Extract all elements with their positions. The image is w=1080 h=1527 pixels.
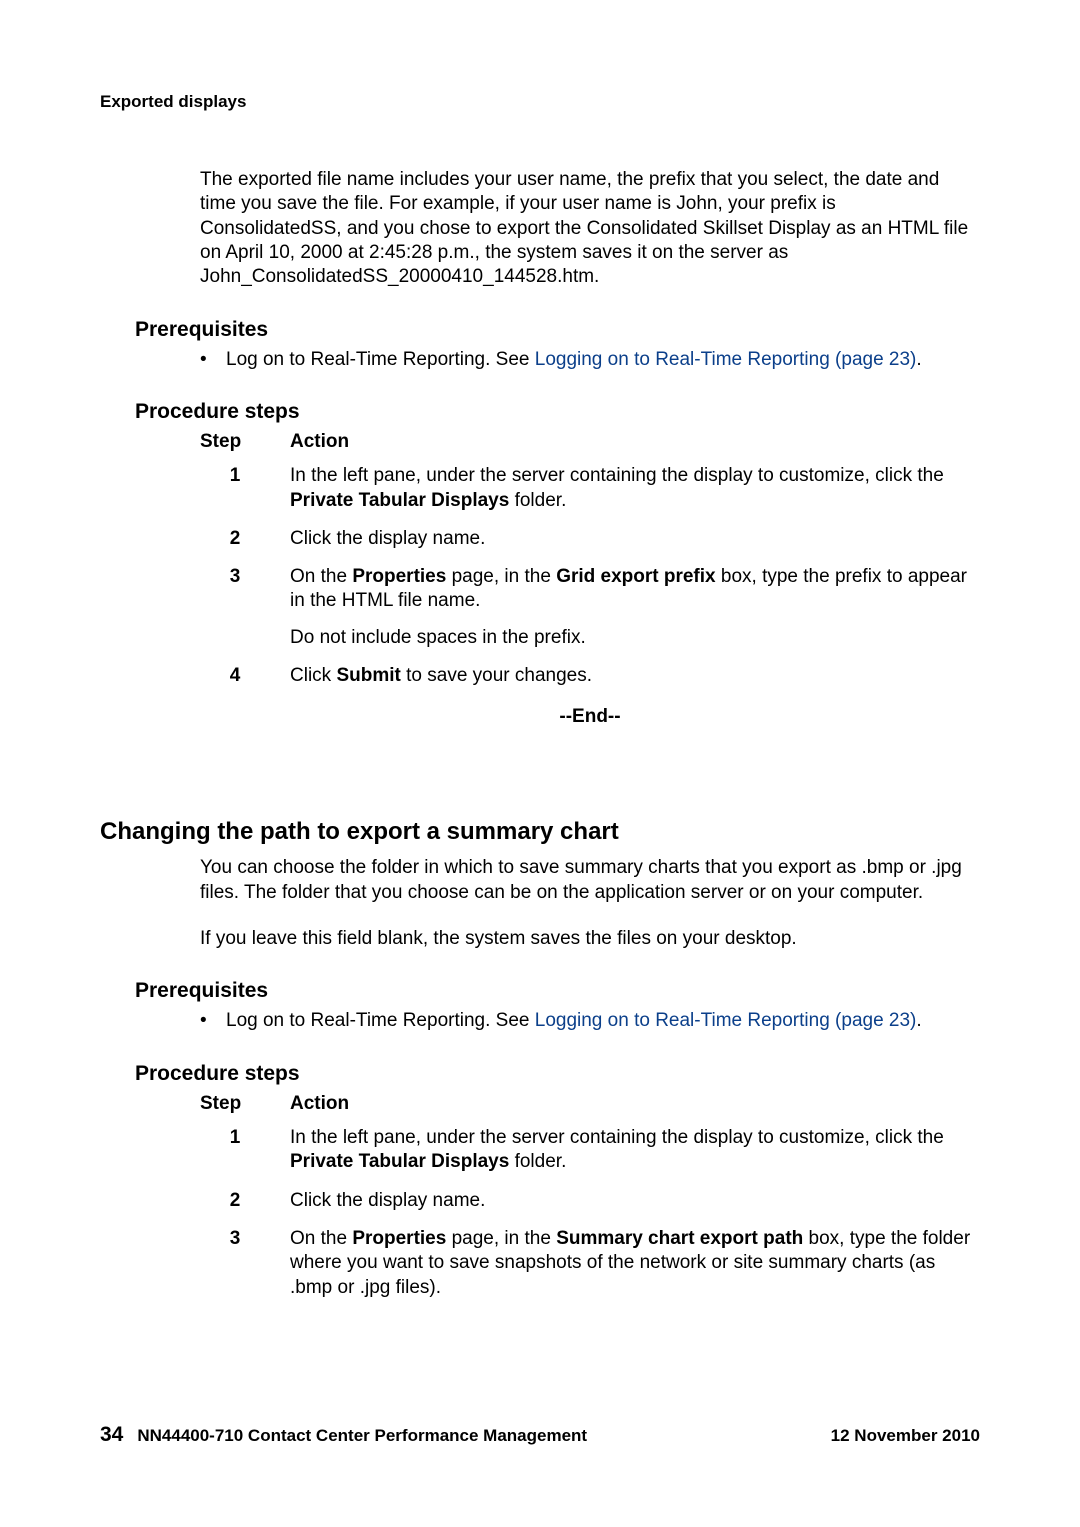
procedure-steps-heading: Procedure steps bbox=[135, 400, 980, 424]
table-row: 3On the Properties page, in the Grid exp… bbox=[200, 565, 980, 650]
intro-paragraph-block: The exported file name includes your use… bbox=[200, 168, 980, 290]
section2-para1: You can choose the folder in which to sa… bbox=[200, 856, 980, 905]
step-action: Click Submit to save your changes. bbox=[290, 664, 980, 688]
step-number: 1 bbox=[200, 1126, 290, 1175]
steps-header-row: Step Action bbox=[200, 430, 980, 454]
footer-doc-title: NN44400-710 Contact Center Performance M… bbox=[137, 1426, 587, 1445]
procedure-steps-heading-2: Procedure steps bbox=[135, 1062, 980, 1086]
running-header: Exported displays bbox=[100, 92, 980, 112]
table-row: 2Click the display name. bbox=[200, 527, 980, 551]
steps-body-1: 1In the left pane, under the server cont… bbox=[200, 464, 980, 688]
prerequisite-item-2: • Log on to Real-Time Reporting. See Log… bbox=[200, 1009, 980, 1033]
step-action-text: On the Properties page, in the Summary c… bbox=[290, 1227, 980, 1300]
bullet-icon: • bbox=[200, 348, 210, 372]
procedure-steps-table: Step Action 1In the left pane, under the… bbox=[200, 430, 980, 689]
steps-body-2: 1In the left pane, under the server cont… bbox=[200, 1126, 980, 1300]
step-action-text: Click the display name. bbox=[290, 527, 980, 551]
step-action: On the Properties page, in the Grid expo… bbox=[290, 565, 980, 650]
prerequisite-text: Log on to Real-Time Reporting. See Loggi… bbox=[226, 348, 922, 372]
table-row: 4Click Submit to save your changes. bbox=[200, 664, 980, 688]
step-action-text: On the Properties page, in the Grid expo… bbox=[290, 565, 980, 614]
prerequisite-text-2: Log on to Real-Time Reporting. See Loggi… bbox=[226, 1009, 922, 1033]
bullet-icon: • bbox=[200, 1009, 210, 1033]
prerequisite-item: • Log on to Real-Time Reporting. See Log… bbox=[200, 348, 980, 372]
step-action-extra: Do not include spaces in the prefix. bbox=[290, 626, 980, 650]
prereq-link-2[interactable]: Logging on to Real-Time Reporting (page … bbox=[535, 1010, 917, 1031]
prereq2-text-lead: Log on to Real-Time Reporting. See bbox=[226, 1010, 535, 1031]
step-number: 2 bbox=[200, 1189, 290, 1213]
step-number: 3 bbox=[200, 1227, 290, 1300]
col-header-step: Step bbox=[200, 430, 290, 454]
step-number: 4 bbox=[200, 664, 290, 688]
page-number: 34 bbox=[100, 1423, 123, 1446]
prereq-link[interactable]: Logging on to Real-Time Reporting (page … bbox=[535, 349, 917, 370]
step-action: In the left pane, under the server conta… bbox=[290, 1126, 980, 1175]
footer-left: 34 NN44400-710 Contact Center Performance… bbox=[100, 1423, 587, 1447]
section2-para2: If you leave this field blank, the syste… bbox=[200, 927, 980, 951]
step-number: 2 bbox=[200, 527, 290, 551]
page: Exported displays The exported file name… bbox=[0, 0, 1080, 1527]
page-footer: 34 NN44400-710 Contact Center Performance… bbox=[100, 1423, 980, 1447]
prereq2-text-tail: . bbox=[916, 1010, 921, 1031]
step-number: 3 bbox=[200, 565, 290, 650]
step-number: 1 bbox=[200, 464, 290, 513]
intro-paragraph: The exported file name includes your use… bbox=[200, 168, 980, 290]
step-action-text: Click the display name. bbox=[290, 1189, 980, 1213]
step-action-text: In the left pane, under the server conta… bbox=[290, 1126, 980, 1175]
step-action: In the left pane, under the server conta… bbox=[290, 464, 980, 513]
step-action-text: In the left pane, under the server conta… bbox=[290, 464, 980, 513]
step-action: On the Properties page, in the Summary c… bbox=[290, 1227, 980, 1300]
prereq-text-tail: . bbox=[916, 349, 921, 370]
table-row: 1In the left pane, under the server cont… bbox=[200, 464, 980, 513]
section2-body: You can choose the folder in which to sa… bbox=[200, 856, 980, 951]
step-action: Click the display name. bbox=[290, 1189, 980, 1213]
section-heading: Changing the path to export a summary ch… bbox=[100, 818, 980, 846]
prerequisites-heading: Prerequisites bbox=[135, 318, 980, 342]
prerequisites-heading-2: Prerequisites bbox=[135, 979, 980, 1003]
end-marker: --End-- bbox=[200, 706, 980, 728]
steps-header-row-2: Step Action bbox=[200, 1092, 980, 1116]
col-header-action-2: Action bbox=[290, 1092, 980, 1116]
prerequisites-list: • Log on to Real-Time Reporting. See Log… bbox=[200, 348, 980, 372]
table-row: 2Click the display name. bbox=[200, 1189, 980, 1213]
prereq-text-lead: Log on to Real-Time Reporting. See bbox=[226, 349, 535, 370]
step-action-text: Click Submit to save your changes. bbox=[290, 664, 980, 688]
col-header-action: Action bbox=[290, 430, 980, 454]
table-row: 1In the left pane, under the server cont… bbox=[200, 1126, 980, 1175]
procedure-steps-table-2: Step Action 1In the left pane, under the… bbox=[200, 1092, 980, 1300]
step-action: Click the display name. bbox=[290, 527, 980, 551]
footer-date: 12 November 2010 bbox=[831, 1426, 980, 1446]
table-row: 3On the Properties page, in the Summary … bbox=[200, 1227, 980, 1300]
col-header-step-2: Step bbox=[200, 1092, 290, 1116]
prerequisites-list-2: • Log on to Real-Time Reporting. See Log… bbox=[200, 1009, 980, 1033]
